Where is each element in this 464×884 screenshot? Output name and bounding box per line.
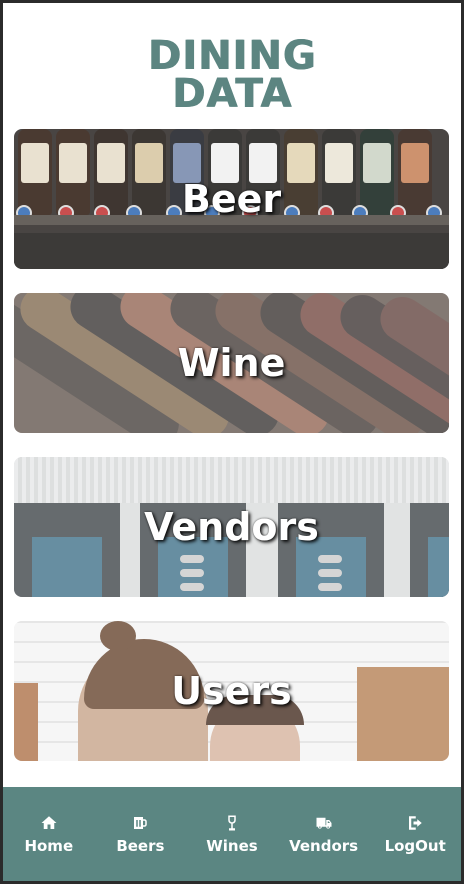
bottom-nav: Home Beers Wines Vendors LogOut: [3, 787, 461, 881]
vendors-card[interactable]: Vendors: [14, 457, 449, 597]
wine-card-label: Wine: [177, 341, 286, 385]
beer-mug-icon: [134, 816, 148, 829]
users-card[interactable]: Users: [14, 621, 449, 761]
nav-item-logout[interactable]: LogOut: [375, 814, 455, 855]
nav-item-label: Vendors: [289, 836, 359, 855]
app-frame: DINING DATA Beer Wine Vendors Users Home…: [3, 3, 461, 881]
nav-item-beers[interactable]: Beers: [100, 814, 180, 855]
nav-item-label: Home: [24, 836, 74, 855]
nav-item-label: Wines: [206, 836, 258, 855]
beer-card[interactable]: Beer: [14, 129, 449, 269]
logout-icon: [409, 815, 422, 830]
home-icon: [41, 815, 57, 829]
users-card-label: Users: [171, 669, 292, 713]
vendors-card-label: Vendors: [144, 505, 319, 549]
truck-icon: [316, 817, 332, 829]
beer-card-label: Beer: [181, 177, 282, 221]
nav-item-wines[interactable]: Wines: [192, 814, 272, 855]
logo-line-2: DATA: [171, 71, 293, 117]
logo-line-1: DINING: [147, 33, 317, 79]
wine-card[interactable]: Wine: [14, 293, 449, 433]
wine-glass-icon: [228, 815, 236, 830]
nav-item-vendors[interactable]: Vendors: [284, 814, 364, 855]
nav-item-label: Beers: [116, 836, 165, 855]
app-logo: DINING DATA: [3, 33, 461, 117]
nav-item-home[interactable]: Home: [9, 814, 89, 855]
nav-item-label: LogOut: [384, 836, 446, 855]
